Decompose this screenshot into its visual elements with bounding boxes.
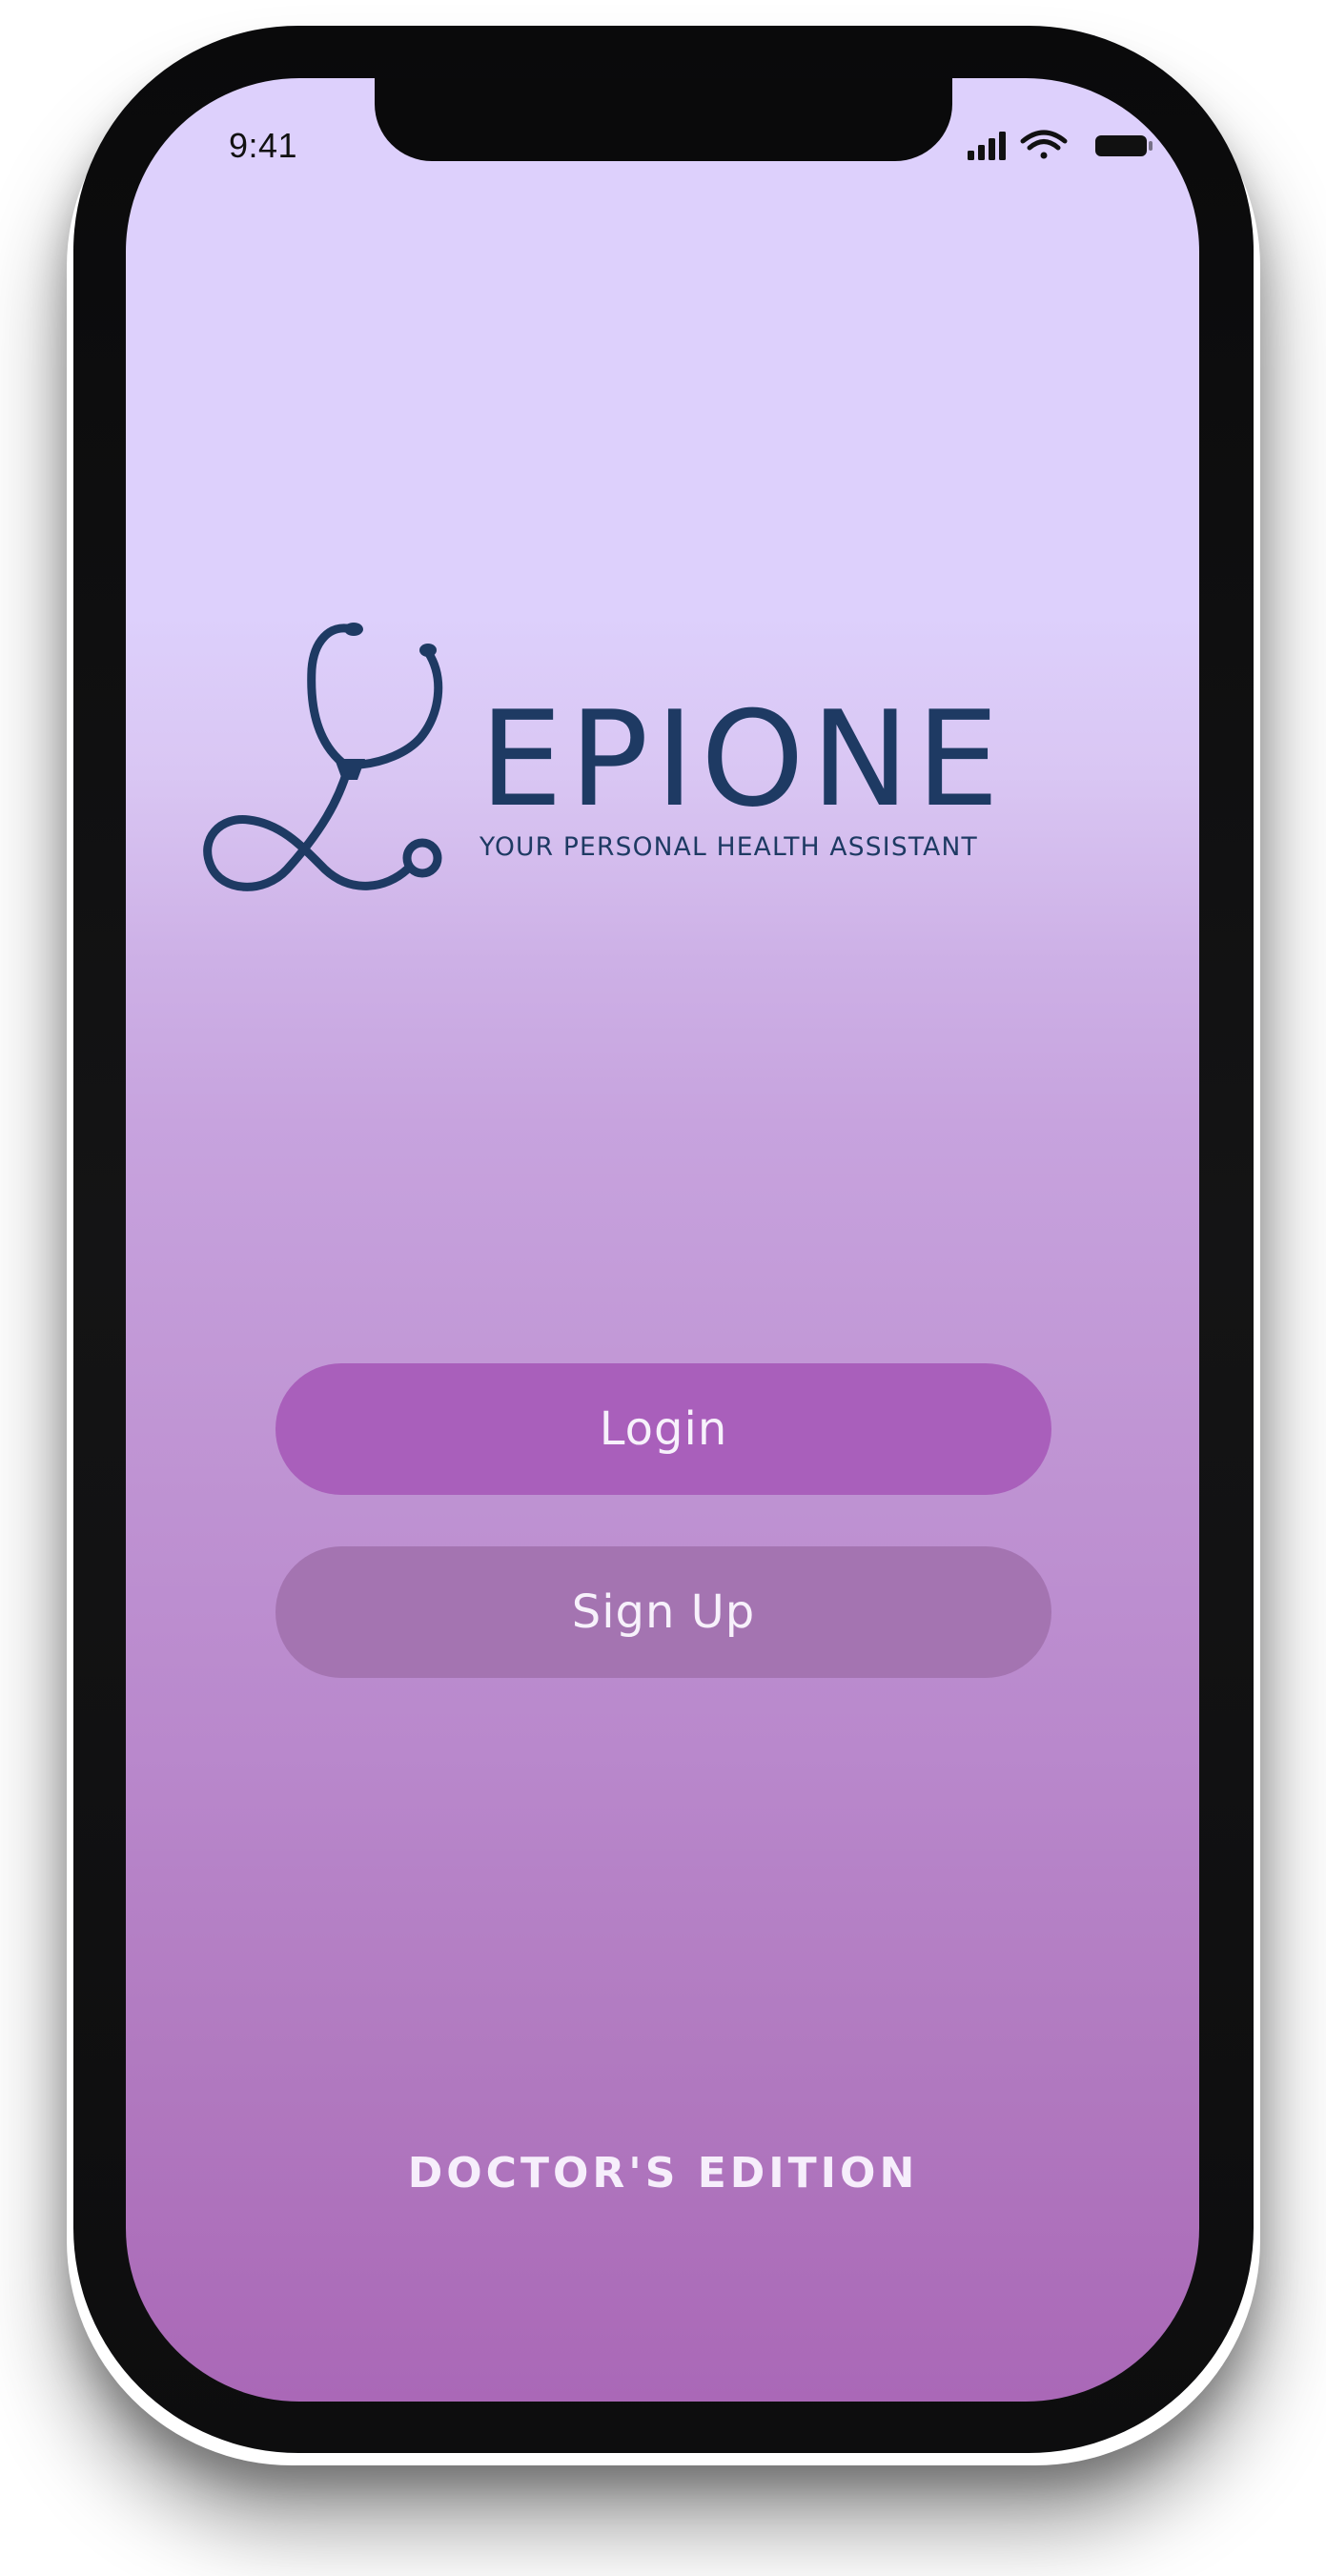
signup-button[interactable]: Sign Up [275,1546,1051,1678]
edition-label: DOCTOR'S EDITION [407,2149,919,2198]
login-button[interactable]: Login [275,1363,1051,1495]
status-time: 9:41 [229,126,298,165]
status-icons [964,128,1154,162]
phone-notch [375,78,952,161]
cellular-signal-icon [968,132,1006,160]
app-logo: EPIONE YOUR PERSONAL HEALTH ASSISTANT [195,620,1125,906]
app-screen [126,78,1199,2402]
brand-name: EPIONE [479,683,1007,836]
brand-tagline: YOUR PERSONAL HEALTH ASSISTANT [479,832,978,862]
wifi-icon [1020,130,1068,159]
battery-icon [1095,135,1153,156]
stethoscope-icon [203,623,443,891]
